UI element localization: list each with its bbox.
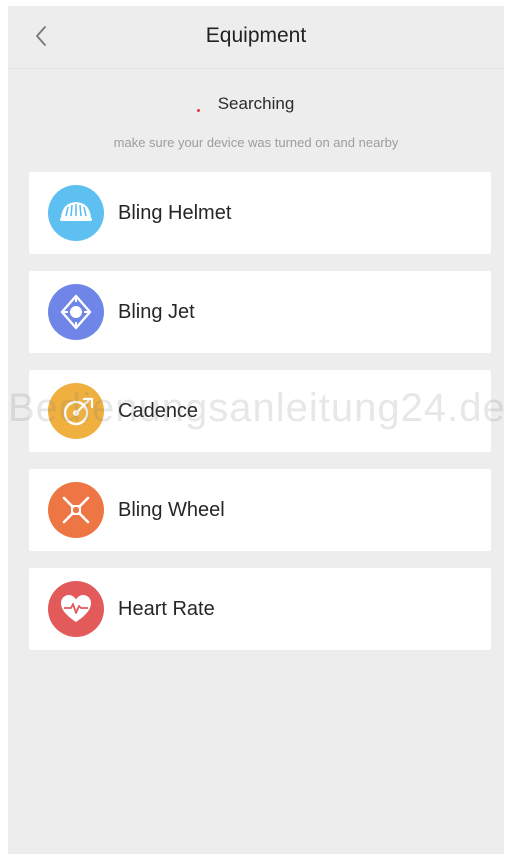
status-hint: make sure your device was turned on and …	[113, 135, 399, 150]
searching-indicator	[196, 109, 200, 112]
header: Equipment	[8, 6, 504, 69]
device-label: Bling Jet	[118, 301, 195, 323]
wheel-icon	[48, 482, 104, 538]
cadence-icon	[48, 383, 104, 439]
status-label: Searching	[217, 94, 295, 113]
equipment-screen: Equipment Searching make sure your devic…	[8, 6, 504, 854]
device-label: Bling Helmet	[118, 202, 232, 224]
device-label: Bling Wheel	[118, 499, 225, 521]
page-title: Equipment	[205, 24, 307, 47]
device-label: Cadence	[118, 400, 199, 422]
device-label: Heart Rate	[118, 598, 215, 620]
heart-rate-icon	[48, 581, 104, 637]
jet-icon	[48, 284, 104, 340]
search-status: Searching	[8, 94, 504, 114]
helmet-icon	[48, 185, 104, 241]
device-item-cadence[interactable]: Cadence	[29, 370, 491, 452]
device-item-bling-jet[interactable]: Bling Jet	[29, 271, 491, 353]
device-item-bling-helmet[interactable]: Bling Helmet	[29, 172, 491, 254]
device-item-heart-rate[interactable]: Heart Rate	[29, 568, 491, 650]
device-item-bling-wheel[interactable]: Bling Wheel	[29, 469, 491, 551]
